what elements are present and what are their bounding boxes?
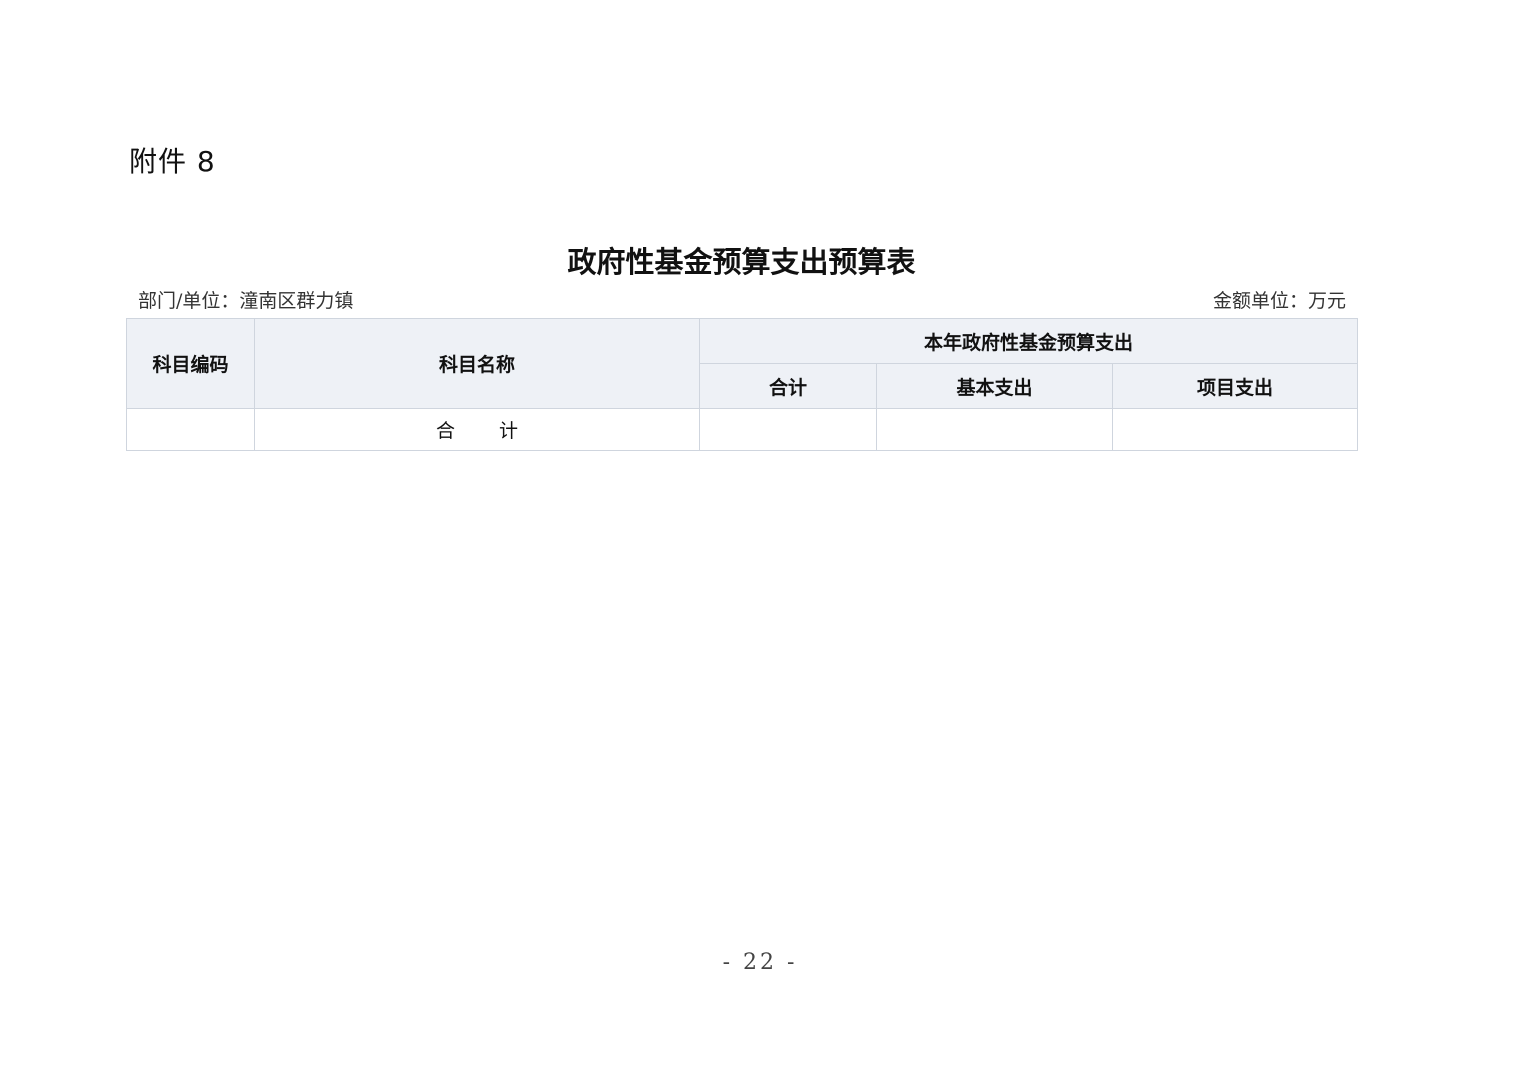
header-project-expenditure: 项目支出	[1111, 363, 1359, 409]
page-number: - 22 -	[722, 950, 798, 975]
page-title: 政府性基金预算支出预算表	[567, 245, 916, 279]
header-subject-code: 科目编码	[126, 318, 255, 409]
total-row-label: 合计	[435, 420, 562, 442]
cell-code	[126, 408, 255, 451]
header-total: 合计	[699, 363, 877, 409]
department-label: 部门/单位：潼南区群力镇	[138, 290, 354, 312]
table-row-total: 合计	[126, 408, 1359, 451]
cell-total	[699, 408, 877, 451]
budget-table: 科目编码 科目名称 本年政府性基金预算支出 合计 基本支出 项目支出 合计	[126, 318, 1359, 451]
cell-project	[1111, 408, 1359, 451]
header-subject-name: 科目名称	[254, 318, 700, 409]
attachment-label: 附件 8	[129, 145, 216, 178]
amount-unit-label: 金额单位：万元	[1212, 290, 1346, 312]
header-basic-expenditure: 基本支出	[876, 363, 1113, 409]
table-header-row: 科目编码 科目名称 本年政府性基金预算支出	[126, 318, 1359, 409]
cell-basic	[876, 408, 1113, 451]
header-annual-expenditure: 本年政府性基金预算支出	[698, 318, 1359, 364]
cell-name: 合计	[254, 408, 700, 451]
